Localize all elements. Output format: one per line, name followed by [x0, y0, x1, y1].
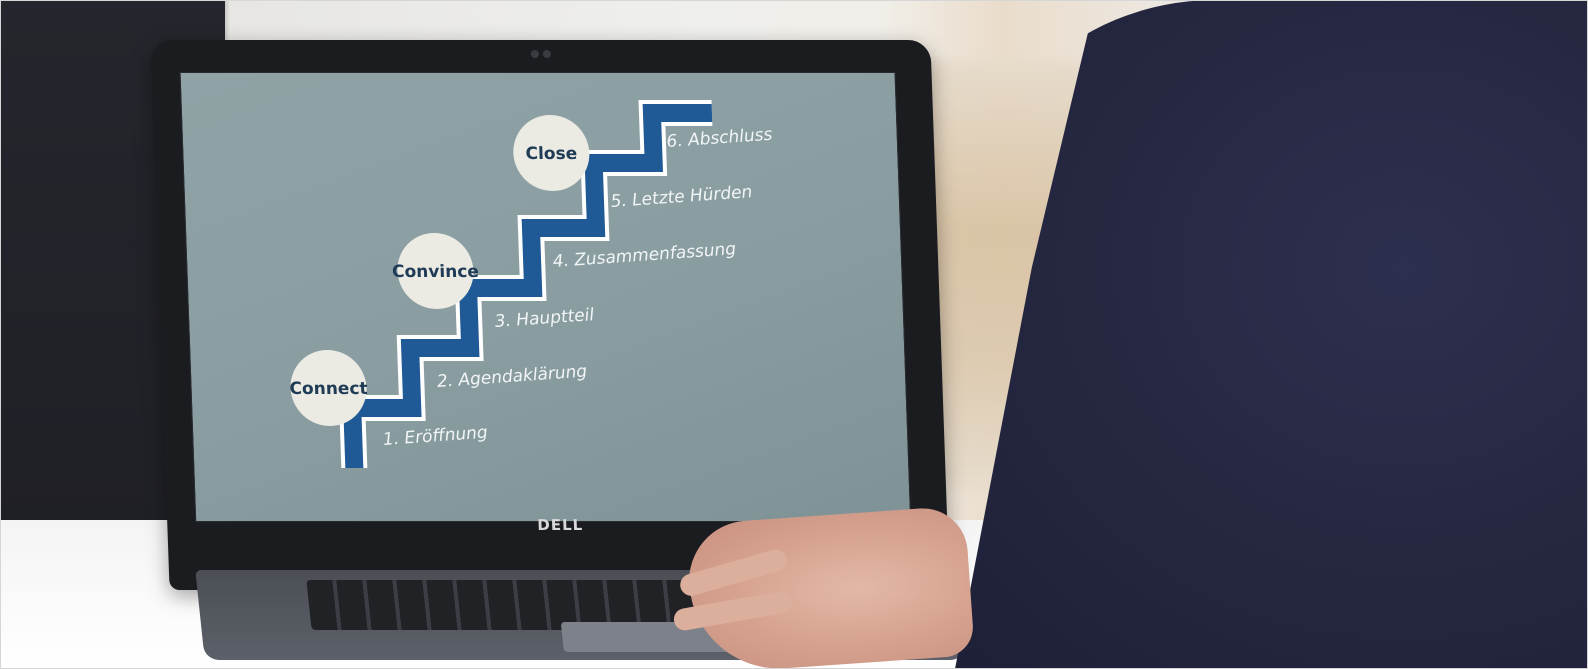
stage-label-connect: Connect	[289, 379, 368, 399]
laptop-lid: Connect Convince Close 1. Eröffnung 2. A…	[150, 40, 950, 590]
finger	[677, 546, 790, 599]
staircase-slide: Connect Convince Close 1. Eröffnung 2. A…	[289, 100, 774, 468]
stage-label-close: Close	[525, 144, 577, 164]
step-label-1: 1. Eröffnung	[382, 423, 489, 450]
step-label-2: 2. Agendaklärung	[436, 362, 588, 392]
step-label-4: 4. Zusammenfassung	[552, 239, 737, 272]
step-label-3: 3. Hauptteil	[494, 305, 595, 332]
stage-circle-close: Close	[513, 115, 590, 191]
laptop-brand-logo: DELL	[537, 516, 584, 534]
hand	[672, 505, 975, 669]
step-label-6: 6. Abschluss	[666, 125, 774, 152]
step-label-5: 5. Letzte Hürden	[610, 182, 754, 212]
laptop-screen: Connect Convince Close 1. Eröffnung 2. A…	[179, 72, 912, 522]
webcam-icon	[530, 50, 540, 58]
photo-scene: Connect Convince Close 1. Eröffnung 2. A…	[0, 0, 1588, 669]
stage-label-convince: Convince	[392, 262, 480, 282]
webcam-sensor-icon	[542, 50, 552, 58]
